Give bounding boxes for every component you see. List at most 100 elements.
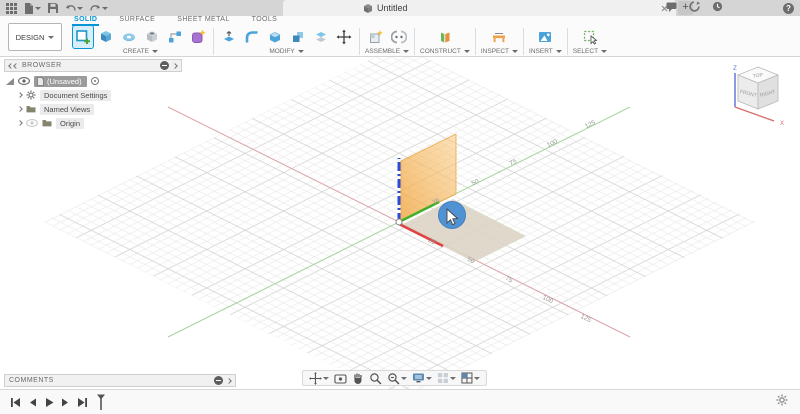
file-menu-caret-icon bbox=[35, 7, 41, 10]
undo-caret-icon bbox=[77, 7, 83, 10]
shell-icon bbox=[267, 29, 283, 45]
step-forward-button[interactable] bbox=[61, 397, 70, 408]
tab-surface[interactable]: SURFACE bbox=[117, 16, 157, 26]
display-settings-icon bbox=[412, 372, 425, 384]
group-label-modify[interactable]: MODIFY bbox=[269, 48, 303, 57]
tab-sheet-metal[interactable]: SHEET METAL bbox=[175, 16, 231, 26]
viewport[interactable]: 25 50 75 100 125 25 50 75 100 125 TOP bbox=[0, 57, 800, 389]
modify-caret-icon bbox=[298, 50, 304, 53]
press-pull-button[interactable] bbox=[219, 26, 239, 48]
look-at-button[interactable] bbox=[334, 373, 347, 384]
panel-flyout-icon[interactable] bbox=[226, 378, 232, 384]
fit-button[interactable] bbox=[387, 372, 407, 385]
play-button[interactable] bbox=[44, 397, 54, 408]
revolve-button[interactable] bbox=[119, 26, 139, 48]
construct-plane-button[interactable] bbox=[435, 26, 455, 48]
origin-point[interactable] bbox=[396, 219, 402, 225]
visibility-eye-icon[interactable] bbox=[18, 77, 30, 85]
tree-row-named-views[interactable]: Named Views bbox=[6, 103, 182, 115]
move-copy-button[interactable] bbox=[334, 26, 354, 48]
assemble-caret-icon bbox=[403, 50, 409, 53]
activate-component-radio[interactable] bbox=[91, 77, 99, 85]
grid-snap-button[interactable] bbox=[437, 372, 456, 384]
new-component-button[interactable] bbox=[366, 26, 386, 48]
settings-gear-button[interactable] bbox=[776, 393, 788, 411]
assemble-label: ASSEMBLE bbox=[365, 48, 400, 55]
tab-solid[interactable]: SOLID bbox=[72, 16, 99, 26]
create-label: CREATE bbox=[123, 48, 149, 55]
zoom-button[interactable] bbox=[369, 372, 382, 385]
file-menu-button[interactable] bbox=[24, 3, 41, 14]
measure-button[interactable] bbox=[489, 26, 509, 48]
panel-flyout-icon[interactable] bbox=[172, 63, 178, 69]
help-button[interactable]: ? bbox=[783, 3, 794, 14]
viewports-button[interactable] bbox=[461, 372, 480, 384]
pattern-button[interactable] bbox=[165, 26, 185, 48]
group-inspect: INSPECT bbox=[476, 26, 523, 57]
job-status-button[interactable] bbox=[689, 0, 700, 17]
shell-button[interactable] bbox=[265, 26, 285, 48]
timeline-marker[interactable] bbox=[95, 394, 107, 411]
visibility-eye-icon[interactable] bbox=[26, 119, 38, 127]
extrude-icon bbox=[98, 29, 114, 45]
create-form-button[interactable] bbox=[188, 26, 208, 48]
comments-button[interactable] bbox=[666, 0, 677, 17]
group-label-create[interactable]: CREATE bbox=[123, 48, 158, 57]
group-label-select[interactable]: SELECT bbox=[573, 48, 607, 57]
extrude-button[interactable] bbox=[96, 26, 116, 48]
clock-icon bbox=[712, 1, 723, 12]
group-assemble: ASSEMBLE bbox=[360, 26, 414, 57]
insert-button[interactable] bbox=[535, 26, 555, 48]
expand-arrow-icon[interactable] bbox=[17, 92, 23, 98]
insert-label: INSERT bbox=[529, 48, 553, 55]
go-to-start-button[interactable] bbox=[10, 397, 21, 408]
select-button[interactable] bbox=[580, 26, 600, 48]
group-label-insert[interactable]: INSERT bbox=[529, 48, 562, 57]
quick-access-toolbar bbox=[0, 3, 108, 14]
offset-face-button[interactable] bbox=[311, 26, 331, 48]
comments-panel-header[interactable]: COMMENTS bbox=[4, 374, 236, 387]
create-sketch-icon bbox=[75, 29, 91, 45]
redo-button[interactable] bbox=[90, 4, 108, 13]
expand-arrow-icon[interactable] bbox=[17, 120, 23, 126]
group-label-inspect[interactable]: INSPECT bbox=[481, 48, 518, 57]
go-to-end-button[interactable] bbox=[77, 397, 88, 408]
timeline-bar bbox=[0, 389, 800, 414]
hole-icon bbox=[144, 29, 160, 45]
pan-button[interactable] bbox=[352, 372, 364, 384]
create-sketch-button[interactable] bbox=[73, 26, 93, 48]
document-tab[interactable]: Untitled bbox=[283, 0, 676, 16]
root-document-node[interactable]: (Unsaved) bbox=[34, 76, 87, 87]
panel-options-icon[interactable] bbox=[160, 61, 169, 70]
display-settings-button[interactable] bbox=[412, 372, 432, 384]
step-back-button[interactable] bbox=[28, 397, 37, 408]
notification-center-button[interactable] bbox=[712, 0, 723, 17]
joint-button[interactable] bbox=[389, 26, 409, 48]
save-button[interactable] bbox=[48, 3, 58, 13]
app-grid-button[interactable] bbox=[6, 3, 17, 14]
folder-icon bbox=[42, 119, 52, 127]
browser-panel-header[interactable]: BROWSER bbox=[4, 59, 182, 72]
select-label: SELECT bbox=[573, 48, 598, 55]
workspace-selector-button[interactable]: DESIGN bbox=[8, 23, 62, 51]
orbit-button[interactable] bbox=[309, 372, 329, 385]
browser-root-row[interactable]: (Unsaved) bbox=[6, 75, 182, 87]
group-label-assemble[interactable]: ASSEMBLE bbox=[365, 48, 409, 57]
timeline-playback-controls bbox=[0, 394, 107, 411]
combine-button[interactable] bbox=[288, 26, 308, 48]
group-modify: MODIFY bbox=[214, 26, 359, 57]
hole-button[interactable] bbox=[142, 26, 162, 48]
look-at-icon bbox=[334, 373, 347, 384]
tree-row-origin[interactable]: Origin bbox=[6, 117, 182, 129]
undo-button[interactable] bbox=[65, 4, 83, 13]
tab-tools[interactable]: TOOLS bbox=[250, 16, 280, 26]
document-node-icon bbox=[37, 77, 44, 86]
selection-filter-icon[interactable] bbox=[6, 78, 14, 85]
fillet-button[interactable] bbox=[242, 26, 262, 48]
viewcube[interactable]: TOP FRONT RIGHT Z X bbox=[722, 61, 796, 135]
viewcube-graphic[interactable]: TOP FRONT RIGHT Z X bbox=[722, 61, 796, 135]
tree-row-document-settings[interactable]: Document Settings bbox=[6, 89, 182, 101]
panel-options-icon[interactable] bbox=[214, 376, 223, 385]
group-label-construct[interactable]: CONSTRUCT bbox=[420, 48, 470, 57]
expand-arrow-icon[interactable] bbox=[17, 106, 23, 112]
